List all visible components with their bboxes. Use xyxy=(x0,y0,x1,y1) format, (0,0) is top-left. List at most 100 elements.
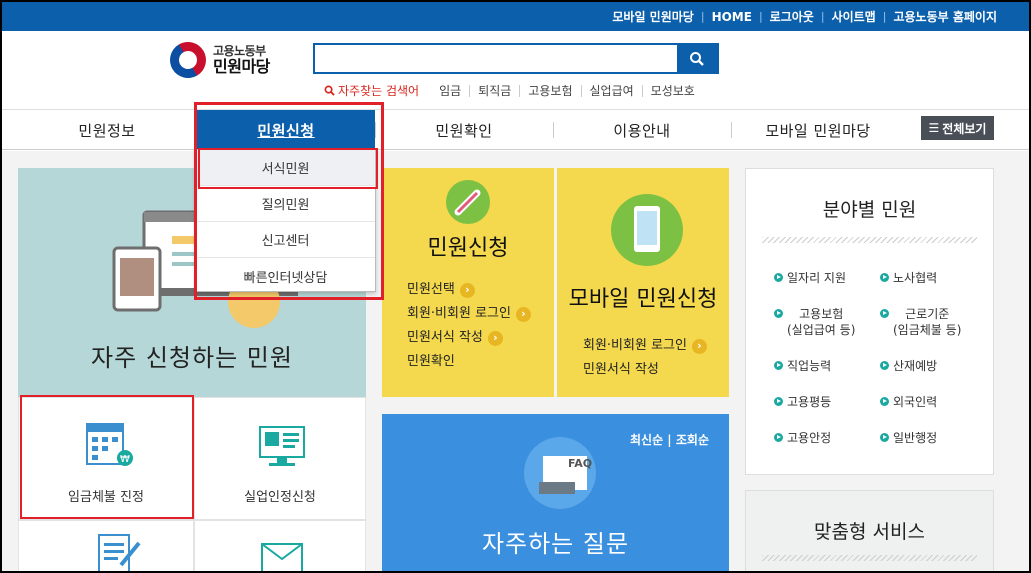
apply-link-label: 민원선택 xyxy=(407,282,455,297)
faq-title: 자주하는 질문 xyxy=(481,530,630,558)
nav-item-mobile[interactable]: 모바일 민원마당 xyxy=(732,110,904,150)
mobile-link-label: 민원서식 작성 xyxy=(583,362,659,377)
popular-keywords-title: 자주찾는 검색어 xyxy=(338,84,420,98)
sort-views-link[interactable]: 조회순 xyxy=(676,433,709,447)
bullet-arrow-icon xyxy=(880,309,889,318)
smartphone-icon xyxy=(611,194,683,266)
pencil-icon xyxy=(446,180,490,224)
top-link-sitemap[interactable]: 사이트맵 xyxy=(832,8,876,25)
nav-item-check[interactable]: 민원확인 xyxy=(376,110,552,150)
apply-link-login[interactable]: 회원·비회원 로그인 › xyxy=(407,302,531,326)
government-emblem-icon xyxy=(163,35,213,85)
field-link[interactable]: 산재예방 xyxy=(880,358,937,374)
field-link-label: 고용안정 xyxy=(787,431,832,445)
frequent-item-document[interactable] xyxy=(18,520,194,571)
search-input[interactable] xyxy=(315,45,677,72)
bullet-arrow-icon xyxy=(774,273,783,282)
field-link[interactable]: 직업능력 xyxy=(774,358,831,374)
keyword-link[interactable]: 고용보험 xyxy=(519,84,580,97)
envelope-icon xyxy=(261,543,303,571)
search-icon xyxy=(690,51,704,66)
field-link-label: 고용보험 (실업급여 등) xyxy=(787,307,856,337)
top-link-logout[interactable]: 로그아웃 xyxy=(770,8,814,25)
top-utility-bar: 모바일 민원마당 | HOME | 로그아웃 | 사이트맵 | 고용노동부 홈페이지 xyxy=(2,2,1029,31)
faq-panel[interactable]: 최신순 | 조회순 FAQ 자주하는 질문 xyxy=(382,414,729,571)
field-link[interactable]: 고용평등 xyxy=(774,394,831,410)
popular-keywords-label: 자주찾는 검색어 xyxy=(324,82,419,99)
apply-panel[interactable]: 민원신청 민원선택 › 회원·비회원 로그인 › 민원서식 작성 › 민원확인 xyxy=(382,168,554,397)
view-all-label: 전체보기 xyxy=(942,121,987,136)
apply-link-write[interactable]: 민원서식 작성 › xyxy=(407,326,531,350)
menu-icon: ☰ xyxy=(928,121,940,135)
divider xyxy=(762,555,977,561)
field-link[interactable]: 고용안정 xyxy=(774,430,831,446)
field-panel-title: 분야별 민원 xyxy=(822,199,917,221)
frequent-item-unemployment[interactable]: 실업인정신청 xyxy=(194,397,366,520)
mobile-apply-title: 모바일 민원신청 xyxy=(568,287,718,312)
chevron-right-icon: › xyxy=(459,282,475,298)
bullet-arrow-icon xyxy=(774,361,783,370)
frequent-panel-title: 자주 신청하는 민원 xyxy=(91,344,293,372)
dropdown-item-inquiry[interactable]: 질의민원 xyxy=(196,186,375,222)
site-logo[interactable]: 고용노동부 민원마당 xyxy=(163,35,270,85)
keyword-link[interactable]: 퇴직금 xyxy=(469,84,519,97)
nav-item-info[interactable]: 민원정보 xyxy=(22,110,192,150)
bullet-arrow-icon xyxy=(774,309,783,318)
keyword-link[interactable]: 임금 xyxy=(431,85,469,97)
field-link[interactable]: 고용보험 (실업급여 등) xyxy=(774,306,855,338)
field-link-label: 근로기준 (임금체불 등) xyxy=(893,307,962,337)
top-link-home[interactable]: HOME xyxy=(712,10,752,24)
apply-link-label: 민원확인 xyxy=(407,354,455,369)
apply-link-check[interactable]: 민원확인 xyxy=(407,350,531,374)
dropdown-item-chat[interactable]: 빠른인터넷상담 xyxy=(196,258,375,294)
nav-item-guide[interactable]: 이용안내 xyxy=(554,110,730,150)
search-box xyxy=(313,43,719,74)
field-link[interactable]: 일반행정 xyxy=(880,430,937,446)
field-link-label: 고용평등 xyxy=(787,395,832,409)
keyword-link[interactable]: 모성보호 xyxy=(641,84,703,97)
keyword-link[interactable]: 실업급여 xyxy=(580,84,642,97)
field-link[interactable]: 외국인력 xyxy=(880,394,937,410)
browser-frame: 모바일 민원마당 | HOME | 로그아웃 | 사이트맵 | 고용노동부 홈페이지 고… xyxy=(0,0,1031,573)
field-link[interactable]: 일자리 지원 xyxy=(774,270,846,286)
top-separator: | xyxy=(758,10,763,23)
field-link-label: 일자리 지원 xyxy=(787,271,847,285)
apply-link-select[interactable]: 민원선택 › xyxy=(407,278,531,302)
faq-sort: 최신순 | 조회순 xyxy=(630,433,709,447)
frequent-item-wage[interactable]: ₩ 임금체불 진정 xyxy=(18,397,194,520)
dropdown-item-form[interactable]: 서식민원 xyxy=(196,150,375,186)
field-link[interactable]: 근로기준 (임금체불 등) xyxy=(880,306,961,338)
frequent-item-label: 임금체불 진정 xyxy=(68,490,144,505)
frequent-item-report[interactable] xyxy=(194,520,366,571)
bullet-arrow-icon xyxy=(774,433,783,442)
main-navigation: 민원정보 민원신청 민원확인 이용안내 모바일 민원마당 xyxy=(2,109,1029,150)
mobile-link-write[interactable]: 민원서식 작성 xyxy=(583,358,707,382)
bullet-arrow-icon xyxy=(774,397,783,406)
field-link[interactable]: 노사협력 xyxy=(880,270,937,286)
mobile-link-login[interactable]: 회원·비회원 로그인 › xyxy=(583,334,707,358)
popular-keywords: 자주찾는 검색어 임금 퇴직금 고용보험 실업급여 모성보호 xyxy=(324,82,703,99)
sort-latest-link[interactable]: 최신순 xyxy=(630,433,663,447)
bullet-arrow-icon xyxy=(880,397,889,406)
document-edit-icon xyxy=(98,534,141,571)
top-link-mobile[interactable]: 모바일 민원마당 xyxy=(612,8,693,25)
chevron-right-icon: › xyxy=(691,338,707,354)
field-link-label: 산재예방 xyxy=(893,359,938,373)
custom-service-title: 맞춤형 서비스 xyxy=(814,521,925,543)
top-link-ministry-home[interactable]: 고용노동부 홈페이지 xyxy=(893,8,997,25)
view-all-button[interactable]: ☰ 전체보기 xyxy=(921,116,994,140)
logo-ministry-name: 고용노동부 xyxy=(213,43,266,58)
faq-icon xyxy=(524,437,596,509)
apply-link-label: 민원서식 작성 xyxy=(407,330,483,345)
nav-item-apply[interactable]: 민원신청 xyxy=(197,110,375,150)
field-link-label: 외국인력 xyxy=(893,395,938,409)
search-button[interactable] xyxy=(677,45,717,72)
faq-badge: FAQ xyxy=(568,457,593,470)
monitor-icon xyxy=(259,426,305,466)
mobile-apply-panel[interactable]: 모바일 민원신청 회원·비회원 로그인 › 민원서식 작성 xyxy=(557,168,729,397)
chevron-right-icon: › xyxy=(515,306,531,322)
top-separator: | xyxy=(700,10,705,23)
apply-dropdown-menu: 서식민원 질의민원 신고센터 빠른인터넷상담 xyxy=(195,149,376,292)
dropdown-item-report[interactable]: 신고센터 xyxy=(196,222,375,258)
custom-service-panel[interactable]: 맞춤형 서비스 xyxy=(745,490,994,571)
